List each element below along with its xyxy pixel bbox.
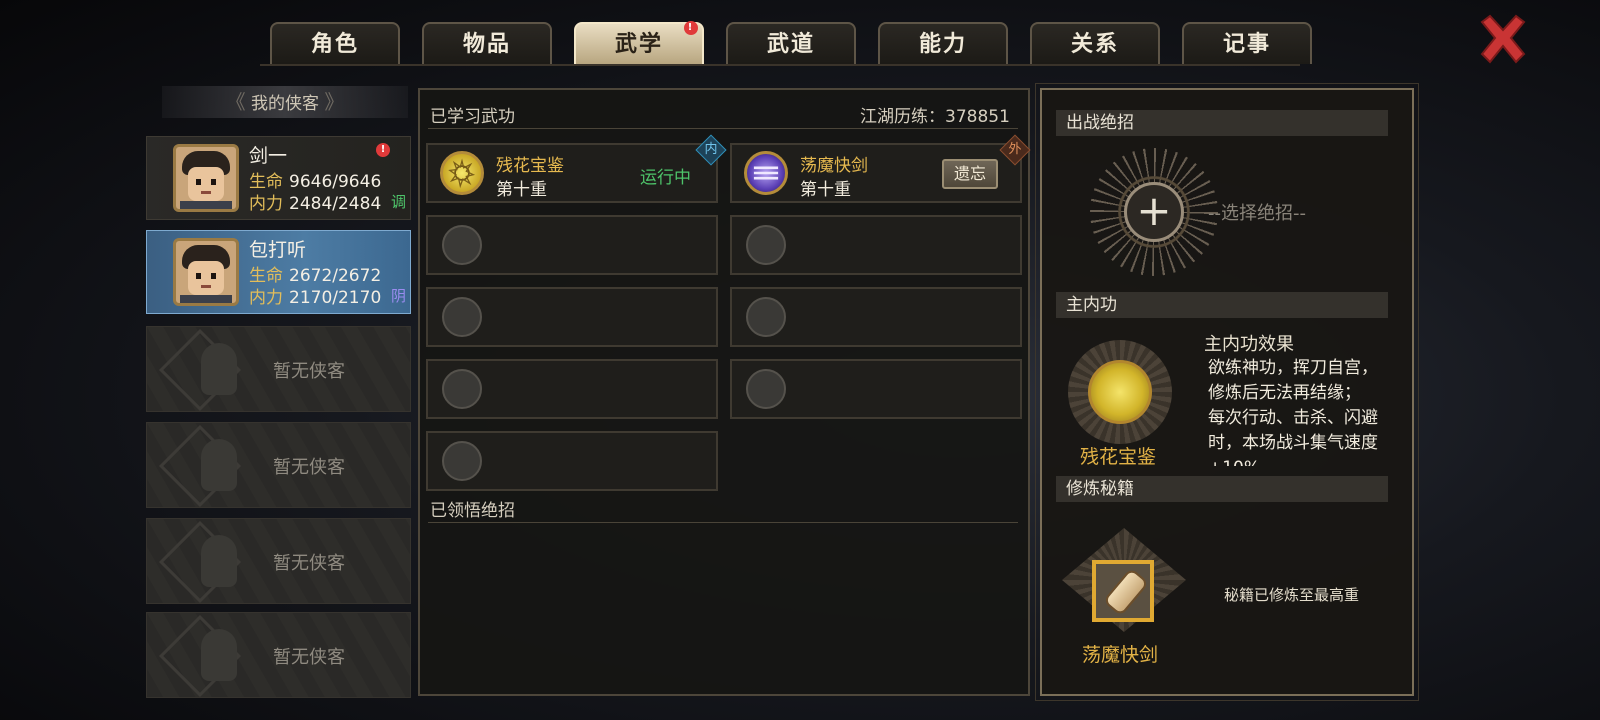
- tab-relations[interactable]: 关系: [1030, 22, 1160, 64]
- empty-slot-circle-icon: [442, 441, 482, 481]
- silhouette-icon: [201, 535, 237, 587]
- hero-name: 剑一: [249, 145, 288, 167]
- hero-mp: 内力 2484/2484: [249, 194, 382, 214]
- main-inner-art[interactable]: [1068, 340, 1172, 444]
- empty-slot-label: 暂无侠客: [273, 361, 345, 382]
- tab-items[interactable]: 物品: [422, 22, 552, 64]
- tab-alert-badge: !: [684, 21, 698, 35]
- empty-slot-circle-icon: [746, 369, 786, 409]
- hero-name: 包打听: [249, 239, 307, 261]
- effect-line: 时，本场战斗集气速度: [1208, 433, 1378, 453]
- skill-slot-canhua[interactable]: 残花宝鉴 第十重 运行中 内: [426, 134, 727, 203]
- empty-slot-label: 暂无侠客: [273, 457, 345, 478]
- chevron-left-icon: 《: [225, 90, 246, 114]
- empty-slot-label: 暂无侠客: [273, 553, 345, 574]
- plus-icon: +: [1136, 186, 1172, 235]
- empty-slot-label: 暂无侠客: [273, 647, 345, 668]
- empty-skill-slot[interactable]: [426, 287, 718, 347]
- effect-description: 欲练神功，挥刀自宫， 修炼后无法再结缘； 每次行动、击杀、闪避 时，本场战斗集气…: [1208, 356, 1402, 466]
- hero-card-baodating[interactable]: 包打听 生命 2672/2672 内力 2170/2170 阴: [146, 230, 411, 314]
- skill-running-status: 运行中: [640, 168, 691, 188]
- section-divider: [428, 128, 1018, 129]
- effect-line: +10%: [1208, 456, 1402, 466]
- close-icon[interactable]: [1476, 12, 1530, 66]
- skill-name: 荡魔快剑: [800, 156, 868, 176]
- tab-journal[interactable]: 记事: [1182, 22, 1312, 64]
- scroll-roll: [1102, 567, 1150, 617]
- hero-portrait: [173, 238, 239, 306]
- effect-line: 修炼后无法再结缘；: [1208, 383, 1361, 403]
- empty-slot-circle-icon: [442, 369, 482, 409]
- empty-slot-circle-icon: [442, 297, 482, 337]
- purple-sword-icon: [744, 151, 788, 195]
- empty-slot-circle-icon: [746, 225, 786, 265]
- empty-hero-slot[interactable]: 暂无侠客: [146, 612, 411, 698]
- effect-line: 欲练神功，挥刀自宫，: [1208, 358, 1378, 378]
- ultimate-select-slot[interactable]: +: [1090, 148, 1218, 276]
- skill-slot-dangmo[interactable]: 荡魔快剑 第十重 遗忘 外: [730, 134, 1031, 203]
- empty-slot-circle-icon: [442, 225, 482, 265]
- empty-skill-slot[interactable]: [426, 215, 718, 275]
- comprehended-title: 已领悟绝招: [430, 501, 515, 521]
- section-divider: [428, 522, 1018, 523]
- empty-skill-slot[interactable]: [426, 431, 718, 491]
- skill-level: 第十重: [800, 180, 851, 200]
- empty-slot-circle-icon: [746, 297, 786, 337]
- silhouette-icon: [201, 629, 237, 681]
- silhouette-icon: [201, 343, 237, 395]
- empty-skill-slot[interactable]: [730, 359, 1022, 419]
- scroll-icon[interactable]: [1092, 560, 1154, 622]
- empty-skill-slot[interactable]: [426, 359, 718, 419]
- ultimate-select-hint: --选择绝招--: [1208, 203, 1306, 224]
- hero-status-tag: 调: [390, 193, 406, 211]
- effect-line: 每次行动、击杀、闪避: [1208, 408, 1378, 428]
- roster-title: 我的侠客: [251, 94, 319, 114]
- manual-status-note: 秘籍已修炼至最高重: [1224, 586, 1360, 604]
- empty-skill-slot[interactable]: [730, 287, 1022, 347]
- silhouette-icon: [201, 439, 237, 491]
- golden-flower-icon: [440, 151, 484, 195]
- tab-martial-way[interactable]: 武道: [726, 22, 856, 64]
- ultimate-slot-core: +: [1124, 182, 1184, 242]
- hero-card-jianyi[interactable]: 剑一 生命 9646/9646 内力 2484/2484 调 !: [146, 136, 411, 220]
- manual-header: 修炼秘籍: [1056, 476, 1388, 502]
- hero-status-tag: 阴: [390, 287, 406, 305]
- forget-button[interactable]: 遗忘: [942, 159, 998, 189]
- chevron-right-icon: 》: [324, 90, 345, 114]
- experience-readout: 江湖历练：378851: [860, 107, 1010, 127]
- skill-level: 第十重: [496, 180, 547, 200]
- learned-skills-title: 已学习武功: [430, 107, 515, 127]
- hero-alert-badge: !: [376, 143, 390, 157]
- roster-header: 《 我的侠客 》: [162, 86, 408, 118]
- tab-abilities[interactable]: 能力: [878, 22, 1008, 64]
- manual-name: 荡魔快剑: [1082, 644, 1159, 666]
- hero-portrait: [173, 144, 239, 212]
- empty-hero-slot[interactable]: 暂无侠客: [146, 326, 411, 412]
- golden-flower-icon: [1088, 360, 1152, 424]
- main-inner-name: 残花宝鉴: [1080, 446, 1157, 468]
- effect-title: 主内功效果: [1204, 334, 1294, 355]
- tab-character[interactable]: 角色: [270, 22, 400, 64]
- empty-hero-slot[interactable]: 暂无侠客: [146, 518, 411, 604]
- tab-martial-arts-label: 武学: [614, 32, 663, 57]
- hero-mp: 内力 2170/2170: [249, 288, 382, 308]
- tab-martial-arts[interactable]: 武学 !: [574, 21, 704, 64]
- empty-hero-slot[interactable]: 暂无侠客: [146, 422, 411, 508]
- empty-skill-slot[interactable]: [730, 215, 1022, 275]
- ultimate-header: 出战绝招: [1056, 110, 1388, 136]
- skill-name: 残花宝鉴: [496, 156, 564, 176]
- main-inner-header: 主内功: [1056, 292, 1388, 318]
